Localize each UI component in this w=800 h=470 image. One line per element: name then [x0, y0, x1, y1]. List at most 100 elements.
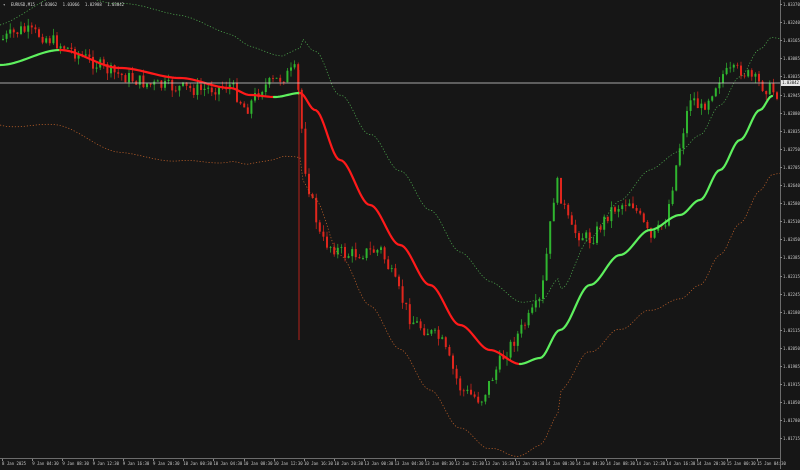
- candle-body: [351, 249, 354, 257]
- time-tick-label: 10 Jan 00:30: [183, 459, 213, 466]
- price-tick-label: 1.02510: [780, 219, 800, 225]
- candle-body: [59, 46, 62, 49]
- candle-body: [732, 64, 735, 68]
- candle-body: [56, 35, 58, 49]
- price-tick-label: 1.01985: [780, 364, 800, 369]
- ohlc-close: 1.03042: [107, 2, 125, 7]
- candle-body: [214, 92, 217, 95]
- candle-body: [729, 67, 732, 69]
- price-tick-label: 1.02750: [780, 146, 800, 152]
- candle-body: [290, 67, 292, 71]
- candle-body: [718, 82, 721, 89]
- price-tick-label: 1.01780: [780, 418, 800, 424]
- candle-body: [682, 133, 685, 149]
- candle-body: [592, 242, 595, 244]
- candle-body: [318, 222, 321, 232]
- candle-body: [264, 84, 267, 93]
- price-tick-label: 1.02945: [780, 92, 800, 98]
- candle-body: [610, 207, 613, 222]
- chart-area[interactable]: ▾ EURUSD,M15 1.03062 1.03066 1.02988 1.0…: [0, 0, 780, 458]
- time-tick-label: 9 Jan 08:30: [62, 459, 89, 466]
- candle-body: [405, 302, 408, 305]
- candle-body: [196, 84, 199, 95]
- candle-body: [362, 258, 364, 259]
- candle-body: [293, 64, 296, 68]
- time-tick-label: 14 Jan 04:30: [575, 459, 605, 466]
- candle-body: [484, 394, 487, 402]
- candle-body: [279, 77, 282, 82]
- candle-body: [95, 67, 98, 69]
- candle-body: [164, 80, 166, 88]
- time-tick-label: 14 Jan 12:30: [636, 459, 666, 466]
- price-tick-label: 1.02450: [780, 237, 800, 243]
- candle-body: [614, 207, 616, 212]
- candle-body: [5, 33, 8, 39]
- lower-band-line: [0, 123, 780, 457]
- candle-body: [376, 249, 379, 253]
- price-tick-label: 1.03240: [780, 20, 800, 26]
- candles-layer: [2, 18, 778, 406]
- candle-body: [322, 231, 325, 237]
- candle-body: [542, 280, 544, 299]
- candle-body: [524, 324, 526, 326]
- price-tick-label: 1.02315: [780, 273, 800, 279]
- price-axis[interactable]: 1.03370 1.03240 1.03165 1.03085 1.03035 1.029…: [780, 0, 800, 469]
- price-tick-label: 1.02580: [780, 201, 800, 207]
- candle-body: [156, 80, 159, 82]
- candle-body: [520, 324, 523, 334]
- candle-body: [236, 82, 238, 102]
- candle-body: [92, 56, 94, 69]
- price-tick-label: 1.03085: [780, 56, 800, 62]
- candle-body: [203, 88, 206, 90]
- candle-body: [268, 77, 271, 85]
- candle-body: [171, 79, 174, 91]
- candle-body: [495, 369, 498, 380]
- candle-body: [700, 103, 703, 109]
- candle-body: [632, 203, 634, 209]
- time-tick-label: 8 Jan 2025: [2, 459, 27, 466]
- candle-body: [423, 328, 426, 336]
- candle-body: [419, 321, 422, 329]
- candle-body: [41, 36, 44, 43]
- price-tick-label: 1.03035: [780, 74, 800, 80]
- dropdown-triangle-icon[interactable]: ▾: [3, 2, 5, 7]
- candle-body: [513, 341, 516, 346]
- candle-body: [434, 329, 436, 331]
- candle-body: [534, 300, 537, 308]
- candle-body: [117, 72, 120, 74]
- candle-body: [668, 204, 670, 226]
- candle-body: [160, 80, 163, 88]
- time-tick-label: 9 Jan 04:30: [32, 459, 59, 466]
- time-tick-label: 13 Jan 08:30: [424, 459, 454, 466]
- price-tick-label: 1.02835: [780, 128, 800, 134]
- time-tick-label: 10 Jan 08:30: [243, 459, 273, 466]
- candle-body: [131, 73, 134, 82]
- ohlc-high: 1.03066: [62, 2, 80, 7]
- current-price-badge: 1.03042: [781, 80, 800, 86]
- candle-body: [444, 337, 447, 348]
- price-chart[interactable]: [0, 0, 780, 458]
- time-axis[interactable]: 8 Jan 2025 9 Jan 04:30 9 Jan 08:30 9 Jan 12…: [0, 458, 786, 470]
- candle-body: [12, 29, 15, 33]
- candle-body: [16, 32, 19, 35]
- candle-body: [549, 221, 552, 254]
- candle-body: [570, 215, 573, 225]
- candle-body: [408, 304, 411, 325]
- candle-body: [70, 47, 73, 49]
- time-tick-label: 10 Jan 16:30: [304, 459, 333, 466]
- candle-body: [639, 210, 642, 214]
- candle-body: [286, 70, 289, 83]
- candle-body: [765, 91, 768, 95]
- candle-body: [333, 246, 336, 255]
- midline-rising-segment: [272, 91, 302, 99]
- midline-rising-segment: [0, 48, 62, 67]
- candle-body: [516, 333, 519, 346]
- candle-body: [390, 268, 393, 270]
- candle-body: [45, 38, 48, 43]
- candle-body: [455, 368, 458, 379]
- candle-body: [754, 73, 757, 77]
- candle-body: [448, 347, 451, 356]
- candle-body: [606, 216, 609, 222]
- candle-body: [282, 81, 285, 83]
- candle-body: [272, 77, 274, 79]
